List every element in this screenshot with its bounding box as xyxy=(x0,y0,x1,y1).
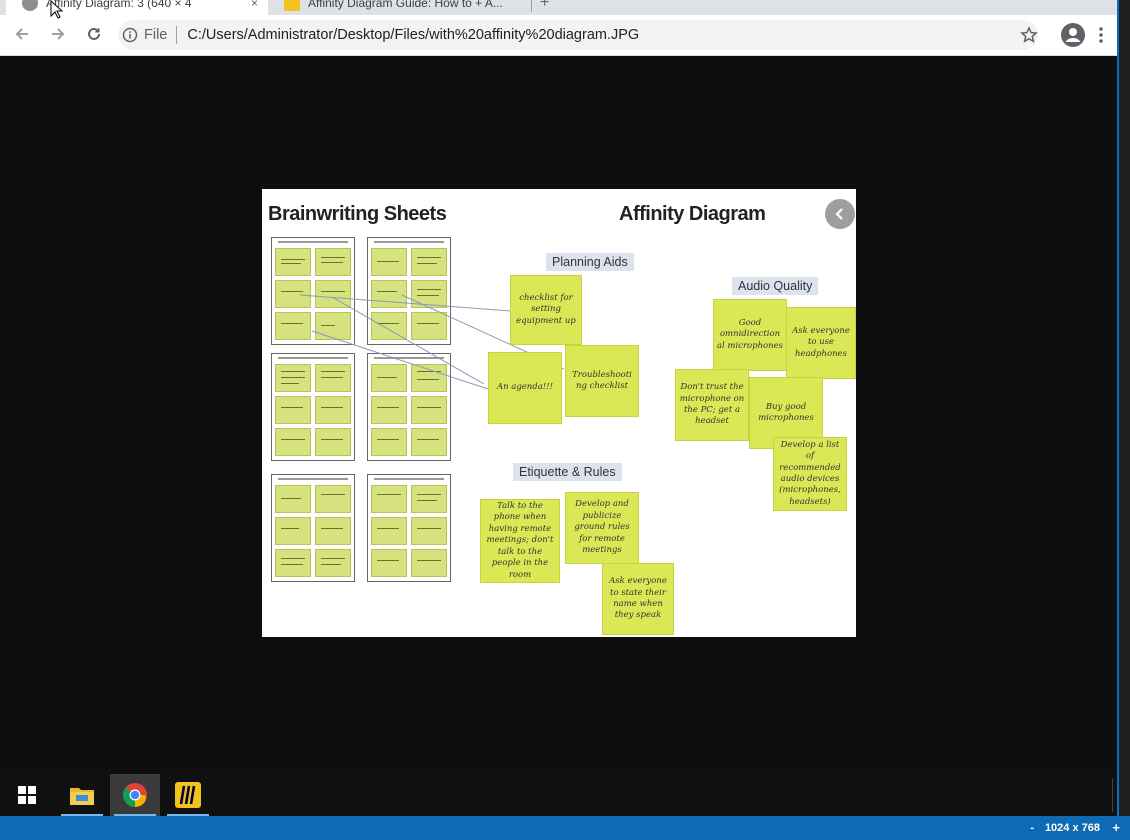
affinity-diagram-image[interactable]: Brainwriting Sheets Affinity Diagram Pla… xyxy=(262,189,856,637)
windows-taskbar xyxy=(0,774,1117,816)
star-icon[interactable] xyxy=(1015,21,1043,49)
browser-toolbar: File C:/Users/Administrator/Desktop/File… xyxy=(0,15,1117,56)
resolution-readout: 1024 x 768 xyxy=(1044,822,1100,834)
windows-start-icon[interactable] xyxy=(0,774,54,816)
tab-separator xyxy=(531,0,532,12)
note-state-name: Ask everyone to state their name when th… xyxy=(602,563,674,635)
zoom-in-button[interactable]: + xyxy=(1112,820,1120,835)
new-tab-button[interactable]: + xyxy=(540,0,549,12)
tab-affinity-image[interactable]: Affinity Diagram: 3 (640 × 4 × xyxy=(6,0,268,15)
note-troubleshooting: Troubleshooti ng checklist xyxy=(565,345,639,417)
info-icon[interactable] xyxy=(122,27,138,43)
profile-icon[interactable] xyxy=(1059,21,1087,49)
note-omni-microphones: Good omnidirection al microphones xyxy=(713,299,787,371)
group-planning-aids: Planning Aids xyxy=(546,253,634,271)
note-ground-rules: Develop and publicize ground rules for r… xyxy=(565,492,639,564)
globe-icon xyxy=(22,0,38,11)
url-text[interactable]: C:/Users/Administrator/Desktop/Files/wit… xyxy=(187,27,639,43)
arrow-to-agenda xyxy=(311,330,489,390)
tab-strip: Affinity Diagram: 3 (640 × 4 × Affinity … xyxy=(0,0,1117,15)
tab-affinity-guide[interactable]: Affinity Diagram Guide: How to + A... xyxy=(278,0,528,15)
forward-icon[interactable] xyxy=(44,20,72,48)
mouse-cursor-icon xyxy=(50,0,64,19)
show-desktop-divider xyxy=(1112,778,1113,812)
miro-tab-icon xyxy=(284,0,300,11)
resolution-status-bar: - 1024 x 768 + xyxy=(0,816,1130,840)
chip-divider xyxy=(176,26,178,44)
tab-title: Affinity Diagram: 3 (640 × 4 xyxy=(46,0,192,10)
note-headphones: Ask everyone to use headphones xyxy=(786,307,856,379)
note-develop-list: Develop a list of recommended audio devi… xyxy=(773,437,847,511)
note-talk-phone: Talk to the phone when having remote mee… xyxy=(480,499,560,583)
chrome-icon[interactable] xyxy=(110,774,160,816)
scheme-chip[interactable]: File xyxy=(144,27,167,43)
tab-title: Affinity Diagram Guide: How to + A... xyxy=(308,0,503,10)
miro-icon[interactable] xyxy=(163,774,213,816)
tab-close-icon[interactable]: × xyxy=(251,0,258,10)
file-explorer-icon[interactable] xyxy=(57,774,107,816)
note-dont-trust: Don't trust the microphone on the PC; ge… xyxy=(675,369,749,441)
group-etiquette-rules: Etiquette & Rules xyxy=(513,463,622,481)
reload-icon[interactable] xyxy=(80,20,108,48)
zoom-out-button[interactable]: - xyxy=(1030,822,1034,834)
address-bar[interactable]: File C:/Users/Administrator/Desktop/File… xyxy=(118,20,1038,50)
note-checklist: checklist for setting equipment up xyxy=(510,275,582,345)
arrow-to-agenda xyxy=(331,296,485,385)
window-edge xyxy=(1117,0,1130,816)
arrow-to-checklist xyxy=(299,294,511,312)
note-agenda: An agenda!!! xyxy=(488,352,562,424)
group-audio-quality: Audio Quality xyxy=(732,277,819,295)
back-icon[interactable] xyxy=(8,20,36,48)
menu-icon[interactable] xyxy=(1089,21,1113,49)
